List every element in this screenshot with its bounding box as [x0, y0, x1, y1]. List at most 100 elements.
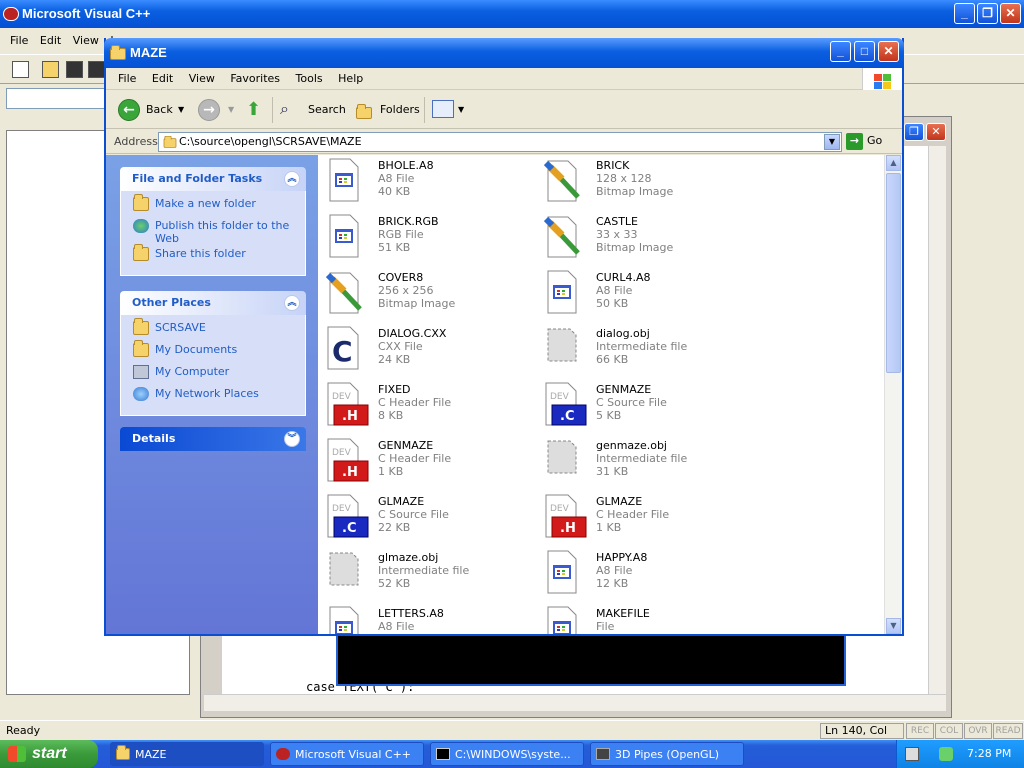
file-type: C Header File	[596, 508, 670, 521]
file-item[interactable]: dialog.obj Intermediate file 66 KB	[542, 325, 760, 381]
file-list: BHOLE.A8 A8 File 40 KB BRICK 128 x 128 Bitmap…	[318, 155, 884, 634]
taskbar-button-maze[interactable]: MAZE	[110, 742, 264, 766]
menu-tools[interactable]: Tools	[290, 68, 329, 89]
details-header[interactable]: Details ︾	[120, 427, 306, 451]
file-item[interactable]: DEV .H FIXED C Header File 8 KB	[324, 381, 542, 437]
search-button[interactable]: Search	[308, 103, 346, 116]
clock[interactable]: 7:28 PM	[967, 747, 1011, 760]
open-folder-icon[interactable]	[42, 61, 59, 78]
scroll-down-icon[interactable]: ▼	[886, 618, 901, 634]
file-item[interactable]: BRICK 128 x 128 Bitmap Image	[542, 157, 760, 213]
file-item[interactable]: DEV .C GENMAZE C Source File 5 KB	[542, 381, 760, 437]
folders-button[interactable]: Folders	[380, 103, 420, 116]
back-arrow-icon[interactable]: ←	[118, 99, 140, 121]
file-type: 128 x 128	[596, 172, 652, 185]
vc-title-bar[interactable]: Microsoft Visual C++ _ ❐ ✕	[0, 0, 1024, 28]
file-item[interactable]: BRICK.RGB RGB File 51 KB	[324, 213, 542, 269]
file-item[interactable]: CURL4.A8 A8 File 50 KB	[542, 269, 760, 325]
place-my-documents[interactable]: My Documents	[131, 340, 299, 363]
search-icon[interactable]: ⌕	[280, 99, 289, 119]
task-publish-folder[interactable]: Publish this folder to the Web	[131, 219, 299, 245]
file-item[interactable]: DEV .H GLMAZE C Header File 1 KB	[542, 493, 760, 549]
file-name: DIALOG.CXX	[378, 327, 447, 340]
new-file-icon[interactable]	[12, 61, 29, 78]
vc-menu-file[interactable]: File	[6, 30, 32, 51]
taskbar-button-3d-pipes[interactable]: 3D Pipes (OpenGL)	[590, 742, 744, 766]
file-item[interactable]: LETTERS.A8 A8 File	[324, 605, 542, 634]
vc-toolbar-combo[interactable]	[6, 88, 106, 109]
file-list-scrollbar[interactable]: ▲ ▼	[884, 155, 902, 634]
network-tray-icon[interactable]	[939, 747, 953, 761]
place-label: My Computer	[155, 365, 230, 378]
folders-icon[interactable]	[356, 104, 372, 119]
expand-chevron-icon[interactable]: ︾	[284, 431, 300, 447]
file-item[interactable]: genmaze.obj Intermediate file 31 KB	[542, 437, 760, 493]
vc-menu-edit[interactable]: Edit	[36, 30, 65, 51]
up-folder-icon[interactable]: ⬆	[246, 99, 261, 120]
vc-close-button[interactable]: ✕	[1000, 3, 1021, 24]
back-button[interactable]: Back	[146, 103, 173, 116]
vc-minimize-button[interactable]: _	[954, 3, 975, 24]
place-my-network-places[interactable]: My Network Places	[131, 387, 299, 407]
forward-dropdown-icon[interactable]: ▼	[228, 105, 234, 114]
svg-text:.C: .C	[560, 409, 574, 424]
opengl-preview-window[interactable]	[336, 634, 846, 686]
vc-editor-close-button[interactable]: ✕	[926, 123, 946, 141]
explorer-maximize-button[interactable]: □	[854, 41, 875, 62]
collapse-chevron-icon[interactable]: ︽	[284, 171, 300, 187]
explorer-close-button[interactable]: ✕	[878, 41, 899, 62]
vc-editor-horizontal-scrollbar[interactable]	[204, 694, 946, 711]
back-dropdown-icon[interactable]: ▼	[178, 105, 184, 114]
vc-menu-view[interactable]: View	[69, 30, 103, 51]
file-item[interactable]: DEV .C GLMAZE C Source File 22 KB	[324, 493, 542, 549]
save-all-icon[interactable]	[88, 61, 105, 78]
collapse-chevron-icon[interactable]: ︽	[284, 295, 300, 311]
file-folder-tasks-header[interactable]: File and Folder Tasks ︽	[120, 167, 306, 191]
scroll-up-icon[interactable]: ▲	[886, 155, 901, 171]
task-make-new-folder[interactable]: Make a new folder	[131, 194, 299, 217]
forward-arrow-icon[interactable]: →	[198, 99, 220, 121]
vc-editor-vertical-scrollbar[interactable]	[928, 146, 946, 694]
file-name: GLMAZE	[378, 495, 425, 508]
console-icon	[436, 748, 450, 760]
file-item[interactable]: HAPPY.A8 A8 File 12 KB	[542, 549, 760, 605]
go-button[interactable]: → Go	[846, 133, 882, 150]
place-my-computer[interactable]: My Computer	[131, 365, 299, 385]
task-share-folder[interactable]: Share this folder	[131, 244, 299, 267]
file-item[interactable]: MAKEFILE File	[542, 605, 760, 634]
taskbar-label: 3D Pipes (OpenGL)	[615, 748, 720, 761]
taskbar-button-console[interactable]: C:\WINDOWS\syste...	[430, 742, 584, 766]
file-item[interactable]: C DIALOG.CXX CXX File 24 KB	[324, 325, 542, 381]
save-icon[interactable]	[66, 61, 83, 78]
menu-view[interactable]: View	[183, 68, 221, 89]
file-item[interactable]: BHOLE.A8 A8 File 40 KB	[324, 157, 542, 213]
address-dropdown-icon[interactable]: ▼	[824, 134, 840, 150]
file-item[interactable]: COVER8 256 x 256 Bitmap Image	[324, 269, 542, 325]
file-item[interactable]: CASTLE 33 x 33 Bitmap Image	[542, 213, 760, 269]
keyboard-icon[interactable]	[905, 747, 919, 761]
other-places-header[interactable]: Other Places ︽	[120, 291, 306, 315]
file-type: C Source File	[378, 508, 449, 521]
menu-help[interactable]: Help	[332, 68, 369, 89]
menu-edit[interactable]: Edit	[146, 68, 179, 89]
explorer-title-bar[interactable]: MAZE _ □ ✕	[104, 38, 904, 68]
file-size: 8 KB	[378, 409, 404, 422]
file-item[interactable]: glmaze.obj Intermediate file 52 KB	[324, 549, 542, 605]
place-scrsave[interactable]: SCRSAVE	[131, 318, 299, 341]
menu-favorites[interactable]: Favorites	[224, 68, 286, 89]
views-dropdown-icon[interactable]: ▼	[458, 105, 464, 114]
start-button[interactable]: start	[0, 740, 98, 768]
menu-file[interactable]: File	[112, 68, 142, 89]
vc-editor-restore-button[interactable]: ❐	[904, 123, 924, 141]
file-size: 1 KB	[596, 521, 622, 534]
folder-icon	[163, 135, 177, 148]
taskbar-button-visual-cpp[interactable]: Microsoft Visual C++	[270, 742, 424, 766]
scroll-thumb[interactable]	[886, 173, 901, 373]
explorer-minimize-button[interactable]: _	[830, 41, 851, 62]
address-input[interactable]: C:\source\opengl\SCRSAVE\MAZE ▼	[158, 132, 842, 152]
task-pane: File and Folder Tasks ︽ Make a new folde…	[106, 155, 318, 634]
views-icon[interactable]	[432, 100, 454, 118]
vc-restore-button[interactable]: ❐	[977, 3, 998, 24]
go-arrow-icon: →	[846, 133, 863, 150]
file-item[interactable]: DEV .H GENMAZE C Header File 1 KB	[324, 437, 542, 493]
